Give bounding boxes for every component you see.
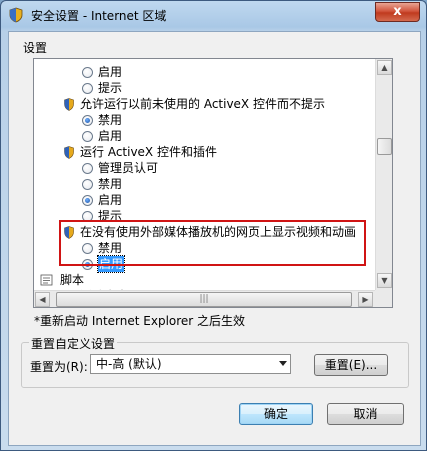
reset-level-value: 中-高 (默认) [96, 357, 162, 371]
restart-note: *重新启动 Internet Explorer 之后生效 [34, 314, 246, 328]
chevron-down-icon[interactable] [279, 361, 287, 366]
reset-button[interactable]: 重置(E)... [314, 354, 388, 376]
scroll-down-button[interactable]: ▼ [377, 273, 392, 288]
scroll-left-button[interactable]: ◀ [35, 292, 50, 307]
close-button[interactable]: x [375, 2, 420, 22]
scroll-up-button[interactable]: ▲ [377, 60, 392, 75]
security-settings-window: 安全设置 - Internet 区域 x 设置 启用 提示 允许运行以前未使用的 A… [0, 0, 427, 451]
radio-option[interactable]: 启用 [34, 192, 374, 208]
radio-option[interactable]: 提示 [34, 80, 374, 96]
setting-group-header: 允许运行以前未使用的 ActiveX 控件而不提示 [34, 96, 374, 112]
close-icon: x [393, 4, 402, 19]
radio-option[interactable]: 禁用 [34, 176, 374, 192]
radio-option-label[interactable]: 管理员认可 [98, 160, 158, 176]
radio-button[interactable] [82, 131, 93, 142]
title-bar[interactable]: 安全设置 - Internet 区域 x [1, 1, 426, 29]
radio-option-label[interactable]: 启用 [98, 128, 122, 144]
red-highlight-box [59, 220, 366, 266]
radio-option-label[interactable]: 禁用 [98, 176, 122, 192]
radio-option[interactable]: 禁用 [34, 112, 374, 128]
shield-icon [64, 98, 74, 111]
radio-button-checked[interactable] [82, 115, 93, 126]
vertical-scrollbar[interactable]: ▲ ▼ [375, 59, 392, 290]
radio-button-checked[interactable] [82, 195, 93, 206]
setting-group-label: 允许运行以前未使用的 ActiveX 控件而不提示 [80, 97, 325, 111]
window-title: 安全设置 - Internet 区域 [31, 9, 167, 23]
settings-list[interactable]: 启用 提示 允许运行以前未使用的 ActiveX 控件而不提示 禁用 启用 运行 Acti… [33, 58, 393, 308]
radio-button[interactable] [82, 67, 93, 78]
reset-group-title: 重置自定义设置 [29, 335, 118, 352]
reset-to-label: 重置为(R): [30, 360, 88, 374]
radio-option-label[interactable]: 提示 [98, 80, 122, 96]
shield-icon [9, 7, 23, 23]
vertical-scroll-thumb[interactable] [377, 138, 392, 155]
horizontal-scroll-thumb[interactable]: ||| [56, 292, 352, 307]
shield-icon [64, 146, 74, 159]
cancel-button[interactable]: 取消 [327, 403, 404, 425]
radio-option[interactable]: 管理员认可 [34, 160, 374, 176]
radio-option-label[interactable]: 启用 [98, 192, 122, 208]
ok-button[interactable]: 确定 [239, 403, 313, 425]
scroll-right-button[interactable]: ▶ [358, 292, 373, 307]
setting-group-label: 运行 ActiveX 控件和插件 [80, 145, 217, 159]
radio-option-label[interactable]: 启用 [98, 64, 122, 80]
setting-group-header: 活动脚本 [34, 282, 374, 290]
radio-option[interactable]: 启用 [34, 128, 374, 144]
radio-option-label[interactable]: 禁用 [98, 112, 122, 128]
radio-button[interactable] [82, 179, 93, 190]
setting-group-header: 运行 ActiveX 控件和插件 [34, 144, 374, 160]
radio-button[interactable] [82, 83, 93, 94]
horizontal-scrollbar[interactable]: ◀ ||| ▶ [34, 290, 375, 307]
reset-level-select[interactable]: 中-高 (默认) [90, 354, 291, 374]
scrollbar-corner [375, 290, 392, 307]
settings-label: 设置 [23, 41, 48, 55]
radio-button[interactable] [82, 163, 93, 174]
radio-option[interactable]: 启用 [34, 64, 374, 80]
